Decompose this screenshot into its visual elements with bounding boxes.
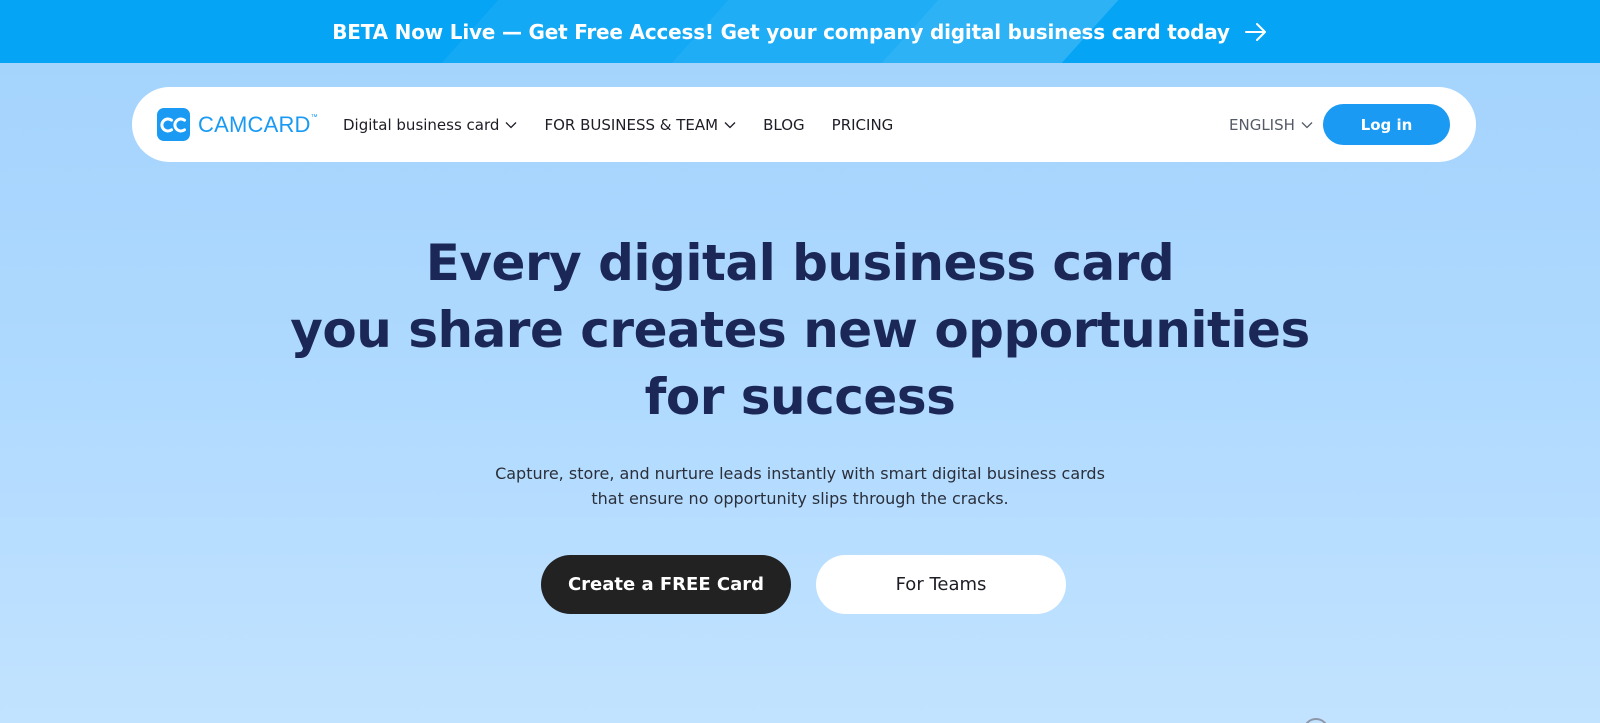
hero-subtitle: Capture, store, and nurture leads instan… [0, 461, 1600, 511]
language-label: ENGLISH [1229, 115, 1295, 134]
for-teams-button[interactable]: For Teams [816, 555, 1066, 614]
arrow-right-icon [1244, 22, 1266, 41]
language-selector[interactable]: ENGLISH [1229, 87, 1313, 162]
chevron-down-icon [724, 121, 736, 128]
nav-item-label: FOR BUSINESS & TEAM [544, 115, 719, 134]
banner-link[interactable]: BETA Now Live — Get Free Access! Get you… [332, 20, 1268, 44]
chevron-down-icon [505, 121, 517, 128]
cc-logo-glyph-icon [160, 117, 186, 132]
main-navbar: CAMCARD™ Digital business card FOR BUSIN… [132, 87, 1476, 162]
nav-item-digital-business-card[interactable]: Digital business card [343, 116, 517, 134]
announcement-banner: BETA Now Live — Get Free Access! Get you… [0, 0, 1600, 63]
nav-menu: Digital business card FOR BUSINESS & TEA… [343, 87, 920, 162]
camcard-logo-icon [157, 108, 190, 141]
hero-subtitle-line: that ensure no opportunity slips through… [591, 489, 1009, 508]
create-free-card-button[interactable]: Create a FREE Card [541, 555, 791, 614]
hero-title-line: Every digital business card [425, 234, 1175, 292]
hero-subtitle-line: Capture, store, and nurture leads instan… [495, 464, 1105, 483]
hero-title: Every digital business card you share cr… [0, 230, 1600, 431]
nav-item-label: Digital business card [343, 115, 500, 134]
login-button[interactable]: Log in [1323, 104, 1450, 145]
nav-item-pricing[interactable]: PRICING [832, 116, 894, 134]
decorative-circle [1303, 718, 1329, 723]
hero-title-line: for success [644, 368, 956, 426]
hero-title-line: you share creates new opportunities [290, 301, 1310, 359]
banner-text: BETA Now Live — Get Free Access! Get you… [332, 19, 1230, 44]
camcard-logo[interactable]: CAMCARD™ [157, 108, 318, 141]
chevron-down-icon [1301, 121, 1313, 128]
nav-item-blog[interactable]: BLOG [763, 116, 805, 134]
nav-item-label: BLOG [763, 115, 805, 134]
logo-wordmark: CAMCARD™ [198, 111, 318, 137]
nav-item-label: PRICING [831, 115, 894, 134]
nav-item-for-business-team[interactable]: FOR BUSINESS & TEAM [544, 116, 736, 134]
